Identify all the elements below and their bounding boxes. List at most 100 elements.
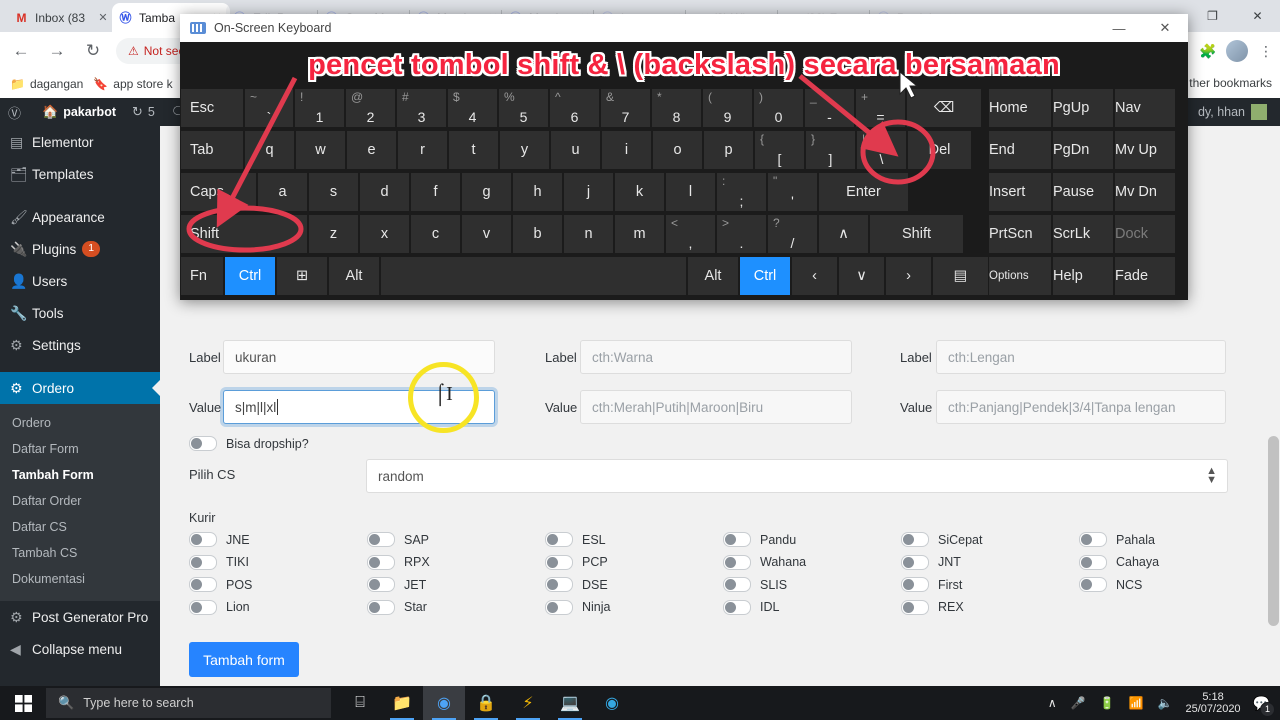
- key-t[interactable]: t: [448, 130, 499, 170]
- taskbar-app-file-explorer[interactable]: 📁: [381, 686, 423, 720]
- key-nav[interactable]: Nav: [1114, 88, 1176, 128]
- sidebar-item-users[interactable]: 👤 Users: [0, 265, 160, 297]
- toggle-switch[interactable]: [901, 532, 929, 547]
- key-scrlk[interactable]: ScrLk: [1052, 214, 1114, 254]
- variant-label-input-2[interactable]: cth:Lengan: [936, 340, 1226, 374]
- kurir-toggle-sicepat[interactable]: SiCepat: [901, 532, 982, 547]
- key-4[interactable]: $4: [447, 88, 498, 128]
- key--[interactable]: _ -: [804, 88, 855, 128]
- notifications-icon[interactable]: 💬 1: [1253, 695, 1275, 717]
- key-m[interactable]: m: [614, 214, 665, 254]
- key-pause[interactable]: Pause: [1052, 172, 1114, 212]
- key-q[interactable]: q: [244, 130, 295, 170]
- sidebar-item-settings[interactable]: ⚙ Settings: [0, 329, 160, 361]
- key-f[interactable]: f: [410, 172, 461, 212]
- key-8[interactable]: * 8: [651, 88, 702, 128]
- key-k[interactable]: k: [614, 172, 665, 212]
- sidebar-item-appearance[interactable]: 🖌 Appearance: [0, 201, 160, 233]
- key--[interactable]: ? /: [767, 214, 818, 254]
- key-9[interactable]: (9: [702, 88, 753, 128]
- kurir-toggle-pandu[interactable]: Pandu: [723, 532, 796, 547]
- wifi-icon[interactable]: 📶: [1129, 696, 1144, 710]
- key-x[interactable]: x: [359, 214, 410, 254]
- key-v[interactable]: v: [461, 214, 512, 254]
- key-3[interactable]: #3: [396, 88, 447, 128]
- taskbar-app-camtasia-recorder[interactable]: ◉: [591, 686, 633, 720]
- sidebar-item-tools[interactable]: 🔧 Tools: [0, 297, 160, 329]
- key-p[interactable]: p: [703, 130, 754, 170]
- key--[interactable]: >.: [716, 214, 767, 254]
- maximize-window-button[interactable]: ❐: [1190, 0, 1235, 32]
- submenu-item-daftar-order[interactable]: Daftar Order: [0, 488, 160, 514]
- key-alt[interactable]: Alt: [328, 256, 380, 296]
- toggle-switch[interactable]: [1079, 532, 1107, 547]
- kurir-toggle-first[interactable]: First: [901, 577, 962, 592]
- toggle-switch[interactable]: [901, 577, 929, 592]
- key--[interactable]: {[: [754, 130, 805, 170]
- toggle-switch[interactable]: [1079, 577, 1107, 592]
- variant-value-input-1[interactable]: cth:Merah|Putih|Maroon|Biru: [580, 390, 852, 424]
- sidebar-item-templates[interactable]: 🗂 Templates: [0, 158, 160, 190]
- sidebar-item-elementor[interactable]: ▤ Elementor: [0, 126, 160, 158]
- kurir-toggle-ninja[interactable]: Ninja: [545, 599, 611, 615]
- key-s[interactable]: s: [308, 172, 359, 212]
- kurir-toggle-rex[interactable]: REX: [901, 599, 964, 615]
- toggle-switch[interactable]: [545, 599, 573, 615]
- key-g[interactable]: g: [461, 172, 512, 212]
- kurir-toggle-esl[interactable]: ESL: [545, 532, 606, 547]
- key--[interactable]: ~ `: [244, 88, 294, 128]
- key-ctrl[interactable]: Ctrl: [224, 256, 276, 296]
- reload-button[interactable]: ↻: [78, 36, 108, 66]
- kebab-menu-icon[interactable]: ⋮: [1252, 37, 1280, 65]
- browser-tab[interactable]: M Inbox (83 ✕: [8, 3, 116, 32]
- bookmark-dagangan[interactable]: 📁 dagangan: [10, 77, 83, 91]
- key--[interactable]: ›: [885, 256, 932, 296]
- sidebar-item-ordero[interactable]: ⚙ Ordero: [0, 372, 160, 404]
- kurir-toggle-jnt[interactable]: JNT: [901, 554, 961, 570]
- key-mv-up[interactable]: Mv Up: [1114, 130, 1176, 170]
- taskbar-app-task-view[interactable]: ⌸: [339, 686, 381, 720]
- key-end[interactable]: End: [988, 130, 1052, 170]
- taskbar-app-remote-desktop[interactable]: 💻: [549, 686, 591, 720]
- clock[interactable]: 5:18 25/07/2020: [1186, 691, 1241, 715]
- kurir-toggle-wahana[interactable]: Wahana: [723, 554, 806, 570]
- submenu-item-daftar-form[interactable]: Daftar Form: [0, 436, 160, 462]
- key-insert[interactable]: Insert: [988, 172, 1052, 212]
- key-r[interactable]: r: [397, 130, 448, 170]
- toggle-switch[interactable]: [901, 599, 929, 615]
- toggle-switch[interactable]: [367, 599, 395, 615]
- toggle-switch[interactable]: [723, 532, 751, 547]
- key--[interactable]: " ': [767, 172, 818, 212]
- site-name-item[interactable]: 🏠 pakarbot: [34, 98, 124, 126]
- submenu-item-ordero[interactable]: Ordero: [0, 410, 160, 436]
- forward-button[interactable]: →: [42, 36, 72, 66]
- key-u[interactable]: u: [550, 130, 601, 170]
- toggle-switch[interactable]: [723, 599, 751, 615]
- search-input[interactable]: 🔍 Type here to search: [46, 688, 331, 718]
- key-del[interactable]: Del: [907, 130, 972, 170]
- osk-title-bar[interactable]: On-Screen Keyboard — ✕: [180, 14, 1188, 42]
- battery-icon[interactable]: 🔋: [1100, 696, 1115, 710]
- key--[interactable]: :;: [716, 172, 767, 212]
- key-caps[interactable]: Caps: [180, 172, 257, 212]
- submenu-item-tambah-form[interactable]: Tambah Form: [0, 462, 160, 488]
- key-prtscn[interactable]: PrtScn: [988, 214, 1052, 254]
- toggle-switch[interactable]: [367, 532, 395, 547]
- updates-item[interactable]: ↻ 5: [124, 98, 163, 126]
- key--[interactable]: ⌫: [906, 88, 982, 128]
- extensions-icon[interactable]: 🧩: [1194, 37, 1222, 65]
- kurir-toggle-rpx[interactable]: RPX: [367, 554, 430, 570]
- submenu-item-dokumentasi[interactable]: Dokumentasi: [0, 566, 160, 592]
- key-tab[interactable]: Tab: [180, 130, 244, 170]
- toggle-switch[interactable]: [723, 577, 751, 592]
- key-ctrl[interactable]: Ctrl: [739, 256, 791, 296]
- volume-icon[interactable]: 🔈: [1158, 696, 1173, 710]
- key--[interactable]: <,: [665, 214, 716, 254]
- kurir-toggle-idl[interactable]: IDL: [723, 599, 779, 615]
- key-fn[interactable]: Fn: [180, 256, 224, 296]
- key-pgup[interactable]: PgUp: [1052, 88, 1114, 128]
- toggle-switch[interactable]: [901, 554, 929, 570]
- toggle-switch[interactable]: [545, 577, 573, 592]
- taskbar-app-google-chrome[interactable]: ◉: [423, 686, 465, 720]
- key-shift[interactable]: Shift: [180, 214, 308, 254]
